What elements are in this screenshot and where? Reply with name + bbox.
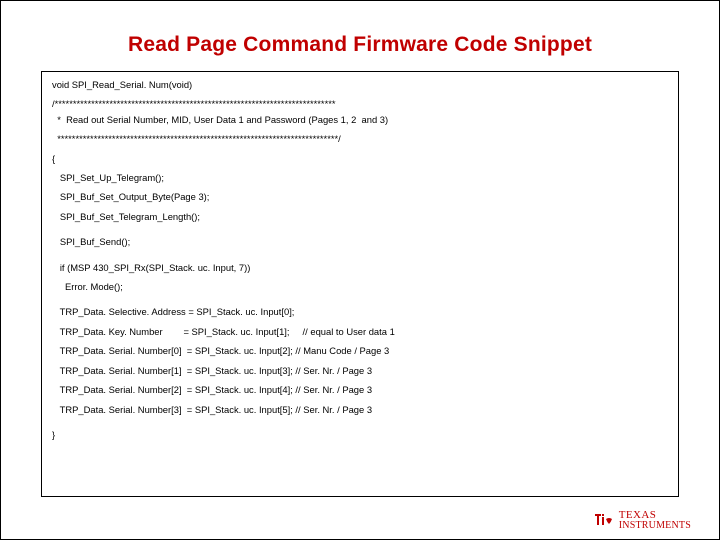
code-line: Error. Mode(); [52,282,668,291]
ti-logo-line2: INSTRUMENTS [619,521,691,531]
code-line: TRP_Data. Serial. Number[3] = SPI_Stack.… [52,405,668,414]
code-line: TRP_Data. Selective. Address = SPI_Stack… [52,307,668,316]
ti-icon [593,511,615,531]
code-line: TRP_Data. Serial. Number[0] = SPI_Stack.… [52,346,668,355]
slide-frame: Read Page Command Firmware Code Snippet … [0,0,720,540]
code-line: SPI_Buf_Set_Output_Byte(Page 3); [52,192,668,201]
code-line: SPI_Set_Up_Telegram(); [52,173,668,182]
code-line: SPI_Buf_Send(); [52,237,668,246]
code-line: { [52,154,668,163]
code-line: if (MSP 430_SPI_Rx(SPI_Stack. uc. Input,… [52,263,668,272]
ti-logo: TEXAS INSTRUMENTS [593,510,691,531]
code-line: TRP_Data. Serial. Number[1] = SPI_Stack.… [52,366,668,375]
code-snippet-box: void SPI_Read_Serial. Num(void) /*******… [41,71,679,497]
code-line: ****************************************… [52,134,668,143]
slide-title: Read Page Command Firmware Code Snippet [41,33,679,57]
ti-logo-text: TEXAS INSTRUMENTS [619,510,691,531]
code-line: TRP_Data. Key. Number = SPI_Stack. uc. I… [52,327,668,336]
code-line: * Read out Serial Number, MID, User Data… [52,115,668,124]
code-line: void SPI_Read_Serial. Num(void) [52,80,668,89]
code-line: TRP_Data. Serial. Number[2] = SPI_Stack.… [52,385,668,394]
code-line: } [52,430,668,439]
code-line: SPI_Buf_Set_Telegram_Length(); [52,212,668,221]
code-line: /***************************************… [52,99,668,108]
